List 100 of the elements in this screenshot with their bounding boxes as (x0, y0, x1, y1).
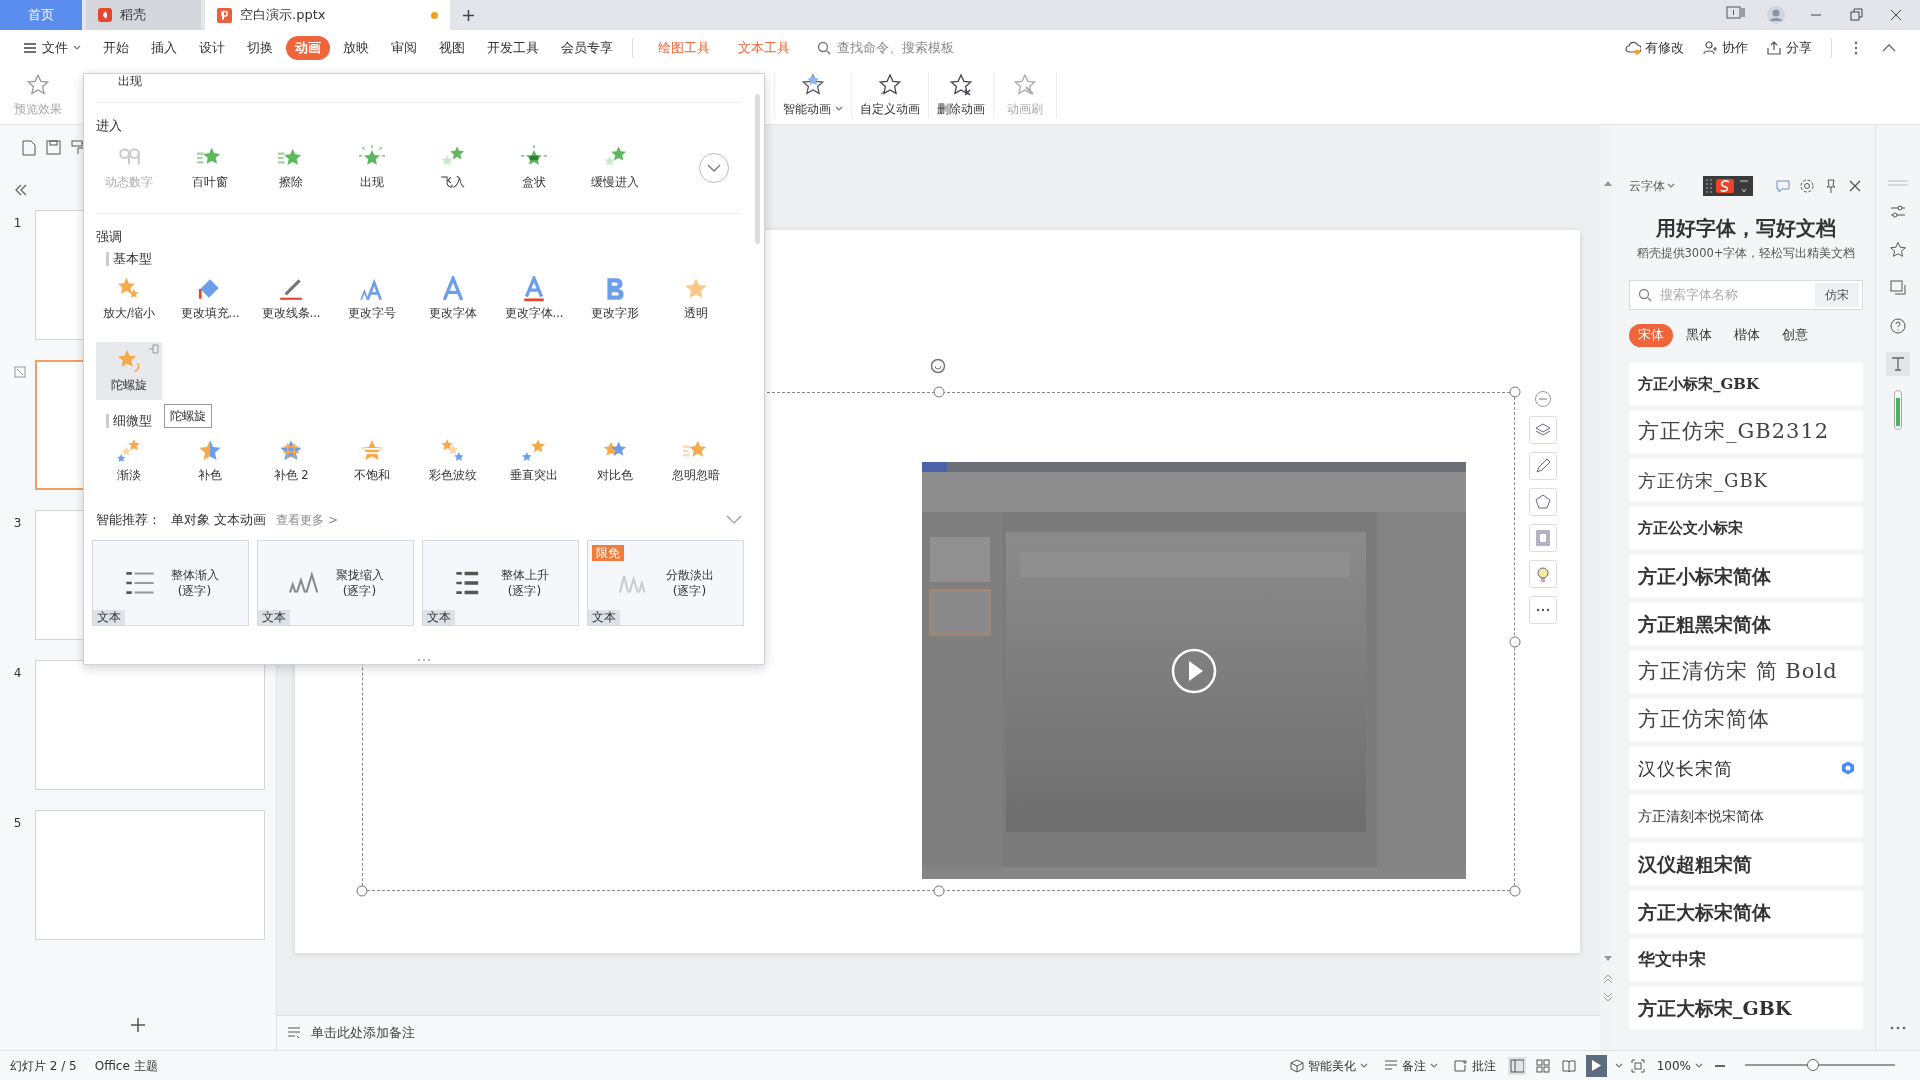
notes-field[interactable]: 单击此处添加备注 (309, 1022, 609, 1044)
recommendation-tile[interactable]: 聚拢缩入 (逐字) 文本 (257, 539, 414, 626)
bulb-icon[interactable] (1534, 565, 1552, 583)
font-item[interactable]: 方正清刻本悦宋简体 (1629, 795, 1863, 837)
normal-view-icon[interactable] (1509, 1058, 1524, 1073)
frame-icon[interactable] (1534, 529, 1552, 547)
animation-effect[interactable]: 垂直突出 (501, 432, 567, 490)
menu-tab[interactable]: 放映 (334, 36, 378, 60)
animation-effect[interactable]: 更改填充... (177, 270, 243, 328)
collapse-icon[interactable] (1882, 44, 1896, 52)
comments-button[interactable]: 批注 (1449, 1056, 1500, 1075)
category-tab[interactable]: 楷体 (1725, 324, 1769, 347)
animation-effect[interactable]: 擦除 (258, 139, 324, 197)
font-item[interactable]: 方正粗黑宋简体 (1629, 603, 1863, 645)
star-icon[interactable] (1889, 241, 1907, 259)
font-item[interactable]: 方正仿宋_GB2312 (1629, 411, 1863, 453)
play-button[interactable] (1171, 647, 1217, 694)
slideshow-button[interactable] (1585, 1054, 1607, 1077)
resize-grip-icon[interactable] (417, 658, 431, 662)
slides-icon[interactable] (1889, 279, 1907, 297)
font-item[interactable]: 汉仪超粗宋简 (1629, 843, 1863, 885)
font-search-field[interactable]: 搜索字体名称 仿宋 (1629, 280, 1863, 311)
slide-thumbnail[interactable] (35, 660, 265, 790)
animation-effect[interactable]: 不饱和 (339, 432, 405, 490)
slider-thumb[interactable] (1806, 1059, 1819, 1071)
see-more-link[interactable]: 查看更多 > (276, 510, 338, 529)
animation-effect[interactable]: 忽明忽暗 (663, 432, 729, 490)
avatar-icon[interactable] (1766, 5, 1786, 25)
reading-view-icon[interactable] (1561, 1058, 1576, 1073)
menu-tab[interactable]: 视图 (430, 36, 474, 60)
more-icon[interactable] (1854, 41, 1858, 55)
font-item[interactable]: 方正大标宋_GBK (1629, 987, 1863, 1029)
resize-handle[interactable] (1509, 885, 1521, 897)
animation-effect[interactable]: 更改字体... (501, 270, 567, 328)
resize-handle[interactable] (356, 885, 368, 897)
fit-window-icon[interactable] (1630, 1058, 1645, 1073)
category-tab[interactable]: 黑体 (1677, 324, 1721, 347)
scroll-up-icon[interactable] (1603, 180, 1612, 186)
pen-icon[interactable] (1534, 457, 1552, 475)
animation-effect[interactable]: 缓慢进入 (582, 139, 648, 197)
font-item[interactable]: 汉仪长宋简 (1629, 747, 1863, 789)
zoom-slider[interactable] (1745, 1058, 1895, 1072)
text-icon[interactable] (1889, 355, 1907, 373)
rotate-handle-icon[interactable] (930, 358, 946, 374)
grid-view-icon[interactable] (1535, 1058, 1550, 1073)
settings-icon[interactable] (1799, 178, 1815, 194)
ribbon-button[interactable]: 智能动画 (775, 66, 851, 124)
recommendation-tile[interactable]: 限免 分散淡出 (逐字) 文本 (587, 539, 744, 626)
ribbon-button[interactable]: 自定义动画 (852, 66, 928, 124)
notes-button[interactable]: 备注 (1379, 1056, 1442, 1075)
brush-icon[interactable] (71, 140, 86, 155)
scrollbar[interactable] (755, 94, 760, 244)
help-icon[interactable] (1889, 317, 1907, 335)
animation-effect[interactable]: 更改字体 (420, 270, 486, 328)
animation-effect[interactable]: 更改字形 (582, 270, 648, 328)
animation-effect[interactable]: 更改字号 (339, 270, 405, 328)
animation-effect[interactable]: 对比色 (582, 432, 648, 490)
font-item[interactable]: 方正小标宋简体 (1629, 555, 1863, 597)
suggestion-button[interactable]: 仿宋 (1815, 283, 1859, 308)
animation-effect[interactable]: 透明 (663, 270, 729, 328)
resize-handle[interactable] (933, 386, 944, 398)
zoom-menu[interactable]: 100% (1652, 1056, 1707, 1075)
slide-thumbnail[interactable] (35, 810, 265, 940)
sliders-icon[interactable] (1889, 203, 1907, 221)
ribbon-button[interactable]: 删除动画 (929, 66, 993, 124)
chevron-down-icon[interactable] (726, 515, 742, 525)
animation-effect[interactable]: 百叶窗 (177, 139, 243, 197)
animation-effect[interactable]: 盒状 (501, 139, 567, 197)
cloud-button[interactable]: 有修改 (1620, 38, 1689, 58)
font-item[interactable]: 方正清仿宋 简 Bold (1629, 651, 1863, 693)
resize-handle[interactable] (1509, 636, 1521, 647)
animation-effect[interactable]: 出现 (339, 139, 405, 197)
menu-tab[interactable]: 审阅 (382, 36, 426, 60)
font-item[interactable]: 方正小标宋_GBK (1629, 363, 1863, 405)
minus-icon[interactable] (1534, 390, 1552, 408)
animation-effect[interactable]: 补色 2 (258, 432, 324, 490)
animation-effect[interactable]: 飞入 (420, 139, 486, 197)
font-item[interactable]: 华文中宋 (1629, 939, 1863, 981)
menu-tab[interactable]: 设计 (190, 36, 234, 60)
shape-icon[interactable] (1534, 493, 1552, 511)
document-tab[interactable]: 空白演示.pptx (205, 0, 450, 30)
font-item[interactable]: 方正大标宋简体 (1629, 891, 1863, 933)
menu-tab[interactable]: 会员专享 (552, 36, 622, 60)
panel-title-menu[interactable]: 云字体 (1629, 177, 1675, 195)
animation-effect[interactable]: 陀螺旋 (96, 342, 162, 400)
animation-effect[interactable]: 放大/缩小 (96, 270, 162, 328)
menu-tab[interactable]: 文件 (14, 36, 90, 60)
new-file-icon[interactable] (22, 139, 36, 156)
menu-tab[interactable]: 切换 (238, 36, 282, 60)
document-tab[interactable]: 稻壳 (86, 0, 201, 30)
resize-handle[interactable] (1509, 386, 1521, 398)
animation-effect[interactable]: 彩色波纹 (420, 432, 486, 490)
resize-handle[interactable] (933, 885, 944, 897)
menu-tab[interactable]: 插入 (142, 36, 186, 60)
animation-effect[interactable]: 渐淡 (96, 432, 162, 490)
next-slide-icon[interactable] (1603, 992, 1612, 1002)
font-item[interactable]: 方正公文小标宋 (1629, 507, 1863, 549)
animation-effect[interactable]: 更改线条... (258, 270, 324, 328)
recommendation-tile[interactable]: 整体上升 (逐字) 文本 (422, 539, 579, 626)
menu-tab[interactable]: 开始 (94, 36, 138, 60)
